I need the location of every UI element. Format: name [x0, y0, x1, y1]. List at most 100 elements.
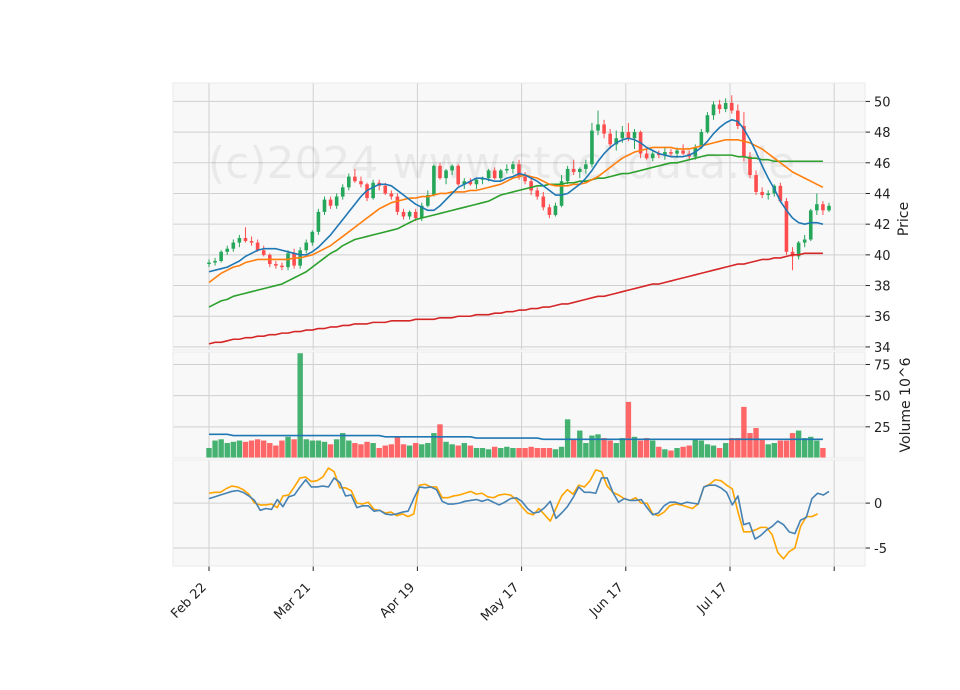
volume-bar — [218, 439, 224, 458]
candle-down — [249, 241, 254, 243]
volume-bar — [771, 443, 777, 458]
candle-down — [328, 199, 333, 206]
candle-down — [669, 152, 673, 154]
candle-up — [815, 204, 819, 211]
volume-bar — [668, 450, 674, 458]
volume-bar — [425, 443, 431, 458]
volume-bar — [692, 439, 698, 458]
candle-up — [650, 153, 655, 159]
candle-up — [432, 165, 436, 196]
volume-bar — [698, 440, 705, 458]
volume-bar — [333, 439, 340, 458]
volume-bar — [674, 448, 680, 458]
candle-up — [596, 124, 600, 131]
candle-up — [723, 102, 728, 110]
candle-up — [632, 132, 637, 139]
candle-down — [602, 124, 606, 134]
candle-up — [474, 179, 479, 185]
x-tick-label: Feb 22 — [168, 580, 210, 622]
volume-bar — [662, 449, 668, 458]
price-y-tick-label: 36 — [874, 310, 891, 325]
volume-bar — [656, 446, 662, 458]
volume-bar — [814, 440, 820, 458]
price-axis-title: Price — [896, 202, 912, 236]
candle-up — [310, 231, 315, 243]
volume-bar — [455, 445, 461, 458]
volume-bar — [285, 436, 291, 458]
candle-down — [413, 211, 418, 219]
volume-bar — [704, 444, 711, 458]
candle-up — [705, 115, 710, 133]
candle-up — [207, 262, 211, 265]
volume-bar — [577, 430, 583, 458]
volume-bar — [230, 441, 237, 458]
candle-up — [219, 251, 223, 261]
volume-bar — [546, 448, 553, 458]
candle-up — [444, 170, 448, 179]
candle-up — [498, 170, 503, 179]
chart-svg: (c)2024 www.stockdata.de Feb 22 Mar 21 Apr… — [168, 82, 914, 624]
candle-down — [401, 211, 406, 217]
volume-bar — [710, 445, 717, 458]
candle-up — [322, 199, 327, 212]
candle-up — [304, 242, 309, 251]
volume-bar — [212, 440, 218, 458]
price-y-tick-label: 40 — [874, 249, 891, 264]
candle-down — [274, 264, 278, 266]
price-y-tick-label: 34 — [874, 341, 891, 356]
candle-up — [711, 104, 716, 116]
chart-figure: (c)2024 www.stockdata.de Feb 22 Mar 21 Apr… — [0, 0, 960, 690]
volume-bar — [491, 446, 498, 458]
candle-down — [644, 153, 649, 159]
price-y-tick-label: 48 — [874, 126, 891, 141]
candle-down — [748, 156, 752, 176]
candle-down — [717, 104, 722, 110]
candle-up — [316, 211, 321, 232]
candle-up — [584, 164, 588, 169]
candle-down — [395, 196, 400, 212]
candle-up — [675, 150, 679, 154]
volume-bar — [321, 441, 328, 458]
volume-bar — [394, 436, 401, 458]
candle-down — [535, 190, 540, 197]
volume-bar — [552, 449, 559, 458]
volume-bar — [352, 443, 358, 458]
volume-bar — [467, 445, 474, 458]
candle-up — [827, 205, 831, 211]
volume-bar — [741, 406, 747, 458]
candle-down — [261, 250, 266, 255]
volume-y-tick-label: 50 — [874, 390, 891, 405]
volume-bar — [686, 445, 692, 458]
candle-down — [353, 176, 357, 182]
candle-down — [529, 181, 533, 191]
x-tick-label: Jul 17 — [694, 580, 731, 617]
volume-bar — [419, 444, 425, 458]
price-y-tick-label: 44 — [874, 187, 891, 202]
oscillator-panel — [173, 460, 865, 566]
volume-bar — [540, 448, 547, 458]
volume-bar — [716, 448, 723, 458]
candle-down — [729, 102, 734, 111]
volume-bar — [406, 445, 413, 458]
volume-bar — [315, 440, 322, 458]
volume-bar — [795, 430, 802, 458]
x-tick-label: Apr 19 — [377, 580, 418, 621]
volume-bar — [498, 448, 504, 458]
volume-bar — [473, 448, 480, 458]
volume-bar — [625, 401, 632, 458]
volume-bar — [437, 424, 443, 458]
candle-down — [292, 253, 296, 266]
candle-up — [553, 205, 558, 215]
volume-bar — [224, 443, 230, 458]
candle-down — [255, 242, 260, 251]
candle-up — [511, 164, 515, 169]
volume-bar — [583, 443, 589, 458]
volume-bar — [619, 438, 626, 458]
volume-bar — [388, 444, 395, 458]
x-tick-label: May 17 — [478, 580, 522, 624]
volume-bar — [571, 439, 577, 458]
volume-bar — [376, 448, 382, 458]
volume-bar — [370, 443, 376, 458]
volume-bar — [443, 441, 449, 458]
volume-bar — [789, 433, 796, 458]
